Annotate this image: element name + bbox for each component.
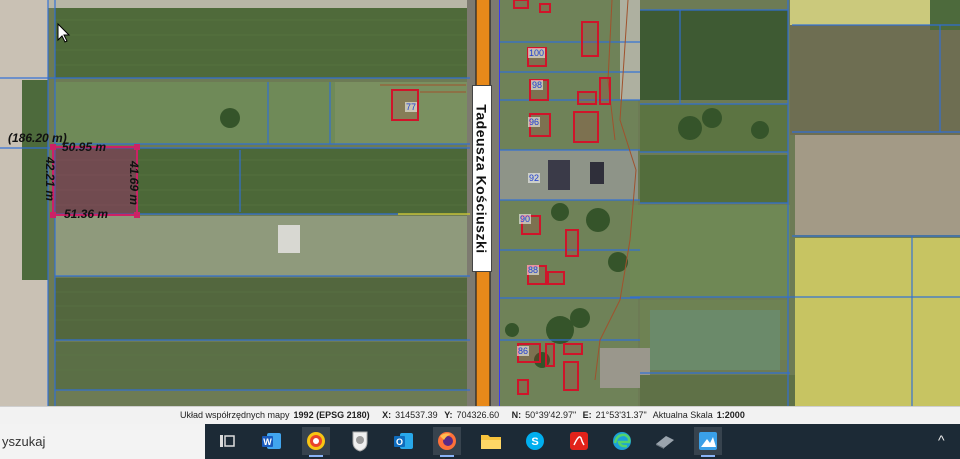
house-number: 92 — [528, 173, 541, 183]
e-label: E: — [582, 410, 592, 420]
app-blue-icon[interactable] — [694, 427, 722, 457]
dimension-bottom: 51.36 m — [64, 207, 109, 221]
skype-icon[interactable]: S — [521, 427, 549, 455]
x-label: X: — [382, 410, 392, 420]
house-number: 77 — [405, 102, 418, 112]
dimension-top: 50.95 m — [62, 140, 107, 154]
house-number: 88 — [527, 265, 540, 275]
status-bar: Układ współrzędnych mapy 1992 (EPSG 2180)… — [0, 406, 960, 424]
scale-value: 1:2000 — [716, 410, 745, 420]
pdf-icon[interactable] — [565, 427, 593, 455]
n-label: N: — [511, 410, 522, 420]
x-value: 314537.39 — [395, 410, 438, 420]
y-value: 704326.60 — [456, 410, 500, 420]
house-number: 98 — [531, 80, 544, 90]
map-view[interactable]: (186.20 m) 50.95 m 51.36 m 42.21 m 41.69… — [0, 0, 960, 406]
svg-text:O: O — [396, 437, 403, 447]
dimension-right: 41.69 m — [127, 160, 142, 206]
dimension-left: 42.21 m — [43, 156, 58, 202]
svg-text:S: S — [531, 436, 538, 448]
house-number: 96 — [528, 117, 541, 127]
n-value: 50°39'42.97" — [525, 410, 577, 420]
app-gray-icon[interactable] — [651, 427, 679, 455]
svg-text:W: W — [263, 437, 272, 447]
area-label: (186.20 m) — [8, 131, 67, 145]
street-label: Tadeusza Kościuszki — [472, 85, 492, 272]
firefox-icon[interactable] — [433, 427, 461, 457]
word-icon[interactable]: W — [258, 427, 286, 455]
e-value: 21°53'31.37" — [595, 410, 647, 420]
house-number: 90 — [519, 214, 532, 224]
browser-icon[interactable] — [302, 427, 330, 457]
task-view-icon[interactable] — [213, 427, 241, 455]
house-number: 100 — [528, 48, 546, 58]
coord-system-value: 1992 (EPSG 2180) — [293, 410, 370, 420]
edge-icon[interactable] — [608, 427, 636, 455]
taskbar: yszukaj W O S ^ — [0, 424, 960, 459]
scale-label: Aktualna Skala — [652, 410, 713, 420]
y-label: Y: — [444, 410, 453, 420]
emblem-icon[interactable] — [346, 427, 374, 455]
taskbar-search[interactable]: yszukaj — [0, 424, 205, 459]
house-number: 86 — [517, 346, 530, 356]
search-text: yszukaj — [2, 434, 46, 449]
coord-system-label: Układ współrzędnych mapy — [180, 410, 290, 420]
outlook-icon[interactable]: O — [390, 427, 418, 455]
tray-chevron-icon[interactable]: ^ — [938, 432, 945, 448]
file-explorer-icon[interactable] — [477, 427, 505, 455]
